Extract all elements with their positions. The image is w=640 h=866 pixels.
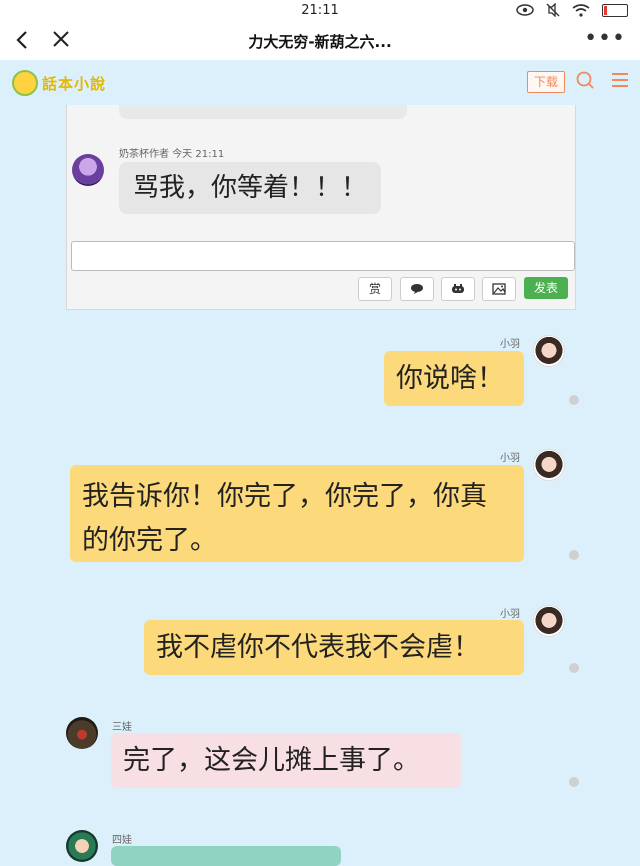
search-icon[interactable] xyxy=(576,71,594,89)
previous-bubble xyxy=(119,105,407,119)
site-header: 話本小說 下载 xyxy=(0,60,640,105)
message-bubble: 我不虐你不代表我不会虐！ xyxy=(144,620,524,675)
avatar[interactable] xyxy=(533,605,565,637)
close-icon[interactable] xyxy=(50,27,72,57)
eye-icon xyxy=(516,4,534,16)
chat-button[interactable] xyxy=(400,277,434,301)
avatar[interactable] xyxy=(66,717,98,749)
status-icons xyxy=(516,3,628,17)
page-title: 力大无穷-新葫之六... xyxy=(248,33,392,51)
status-dot xyxy=(569,777,579,787)
gamepad-icon xyxy=(452,284,464,293)
comment-input[interactable] xyxy=(71,241,575,271)
sender-name: 四娃 xyxy=(112,835,132,846)
site-logo[interactable]: 話本小說 xyxy=(12,70,106,96)
chat-bubble-icon xyxy=(411,284,423,294)
game-button[interactable] xyxy=(441,277,475,301)
back-icon[interactable] xyxy=(12,28,32,58)
sender-name: 小羽 xyxy=(500,609,520,620)
logo-text: 話本小說 xyxy=(42,74,107,93)
battery-icon xyxy=(602,3,628,17)
logo-mark-icon xyxy=(12,70,38,96)
sender-name: 小羽 xyxy=(500,453,520,464)
status-bar: 21:11 xyxy=(0,0,640,22)
status-dot xyxy=(569,550,579,560)
avatar[interactable] xyxy=(66,830,98,862)
more-icon[interactable]: ••• xyxy=(584,26,626,51)
message-bubble: 我告诉你！你完了，你完了，你真的你完了。 xyxy=(70,465,524,562)
avatar[interactable] xyxy=(533,335,565,367)
mute-icon xyxy=(546,3,560,17)
message-bubble: 你说啥！ xyxy=(384,351,524,406)
message-bubble: 完了，这会儿摊上事了。 xyxy=(111,733,461,788)
sender-name: 小羽 xyxy=(500,339,520,350)
image-icon xyxy=(492,283,506,295)
avatar[interactable] xyxy=(72,154,104,186)
download-button[interactable]: 下载 xyxy=(527,71,565,93)
menu-icon[interactable] xyxy=(612,73,628,87)
message-bubble xyxy=(111,846,341,866)
sender-name: 三娃 xyxy=(112,722,132,733)
publish-button[interactable]: 发表 xyxy=(524,277,568,299)
comment-panel: 奶茶杯作者 今天 21:11 骂我，你等着！！！ 赏 发表 xyxy=(66,105,576,310)
avatar[interactable] xyxy=(533,449,565,481)
image-button[interactable] xyxy=(482,277,516,301)
reward-button[interactable]: 赏 xyxy=(358,277,392,301)
nav-bar: 力大无穷-新葫之六... ••• xyxy=(0,22,640,61)
comment-bubble: 骂我，你等着！！！ xyxy=(119,162,382,214)
comment-meta: 奶茶杯作者 今天 21:11 xyxy=(119,149,225,160)
status-dot xyxy=(569,663,579,673)
status-dot xyxy=(569,395,579,405)
wifi-icon xyxy=(572,3,590,17)
